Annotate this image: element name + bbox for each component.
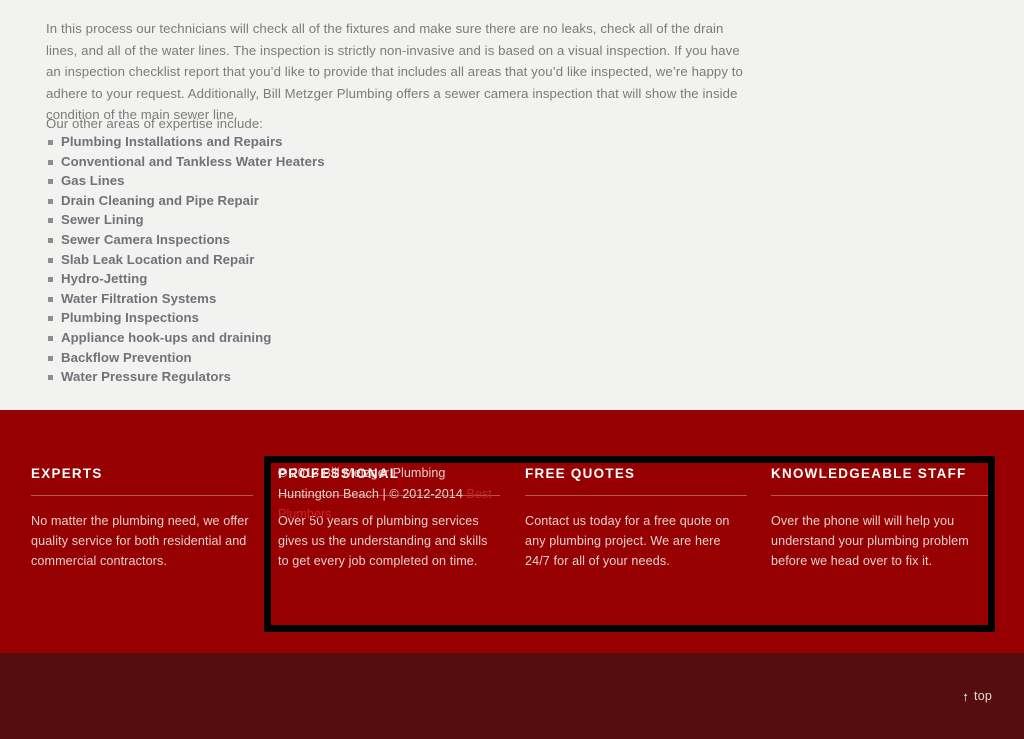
- square-bullet-icon: [48, 179, 53, 185]
- list-item: Sewer Lining: [46, 210, 746, 230]
- list-item: Water Filtration Systems: [46, 289, 746, 309]
- list-item-label: Water Filtration Systems: [61, 290, 217, 306]
- list-item: Water Pressure Regulators: [46, 367, 746, 387]
- footer-columns: EXPERTS No matter the plumbing need, we …: [0, 410, 1024, 653]
- square-bullet-icon: [48, 335, 53, 341]
- bottom-bar: ↑ top: [0, 653, 1024, 739]
- footer-column-body: Contact us today for a free quote on any…: [525, 514, 730, 568]
- list-item-label: Appliance hook-ups and draining: [61, 329, 272, 345]
- list-item: Hydro-Jetting: [46, 269, 746, 289]
- list-item-label: Hydro-Jetting: [61, 271, 148, 287]
- title-divider: [31, 495, 253, 496]
- list-item: Sewer Camera Inspections: [46, 230, 746, 250]
- footer-column-title: FREE QUOTES: [525, 466, 636, 481]
- footer-column-body: No matter the plumbing need, we offer qu…: [31, 514, 249, 568]
- list-item: Conventional and Tankless Water Heaters: [46, 152, 746, 172]
- list-item-label: Conventional and Tankless Water Heaters: [61, 153, 325, 169]
- list-item-label: Slab Leak Location and Repair: [61, 251, 255, 267]
- site-footer: EXPERTS No matter the plumbing need, we …: [0, 410, 1024, 653]
- list-item-label: Plumbing Inspections: [61, 310, 200, 326]
- list-item: Appliance hook-ups and draining: [46, 328, 746, 348]
- title-divider: [771, 495, 993, 496]
- square-bullet-icon: [48, 237, 53, 243]
- square-bullet-icon: [48, 198, 53, 204]
- main-content: In this process our technicians will che…: [0, 0, 1024, 410]
- list-item-label: Gas Lines: [61, 173, 125, 189]
- list-item: Backflow Prevention: [46, 348, 746, 368]
- list-item: Plumbing Installations and Repairs: [46, 132, 746, 152]
- expertise-list: Plumbing Installations and Repairs Conve…: [46, 132, 746, 387]
- list-item: Slab Leak Location and Repair: [46, 250, 746, 270]
- list-item-label: Backflow Prevention: [61, 349, 192, 365]
- square-bullet-icon: [48, 159, 53, 165]
- square-bullet-icon: [48, 375, 53, 381]
- list-item: Drain Cleaning and Pipe Repair: [46, 191, 746, 211]
- list-item-label: Water Pressure Regulators: [61, 369, 232, 385]
- list-item-label: Plumbing Installations and Repairs: [61, 134, 283, 149]
- copyright-text: © 2013 Bill Metzger Plumbing Huntington …: [278, 466, 467, 501]
- square-bullet-icon: [48, 218, 53, 224]
- square-bullet-icon: [48, 257, 53, 263]
- footer-column-experts: EXPERTS No matter the plumbing need, we …: [31, 466, 253, 584]
- footer-column-title: KNOWLEDGEABLE STAFF: [771, 466, 967, 481]
- square-bullet-icon: [48, 316, 53, 322]
- copyright-notice: © 2013 Bill Metzger Plumbing Huntington …: [278, 463, 510, 525]
- footer-column-free-quotes: FREE QUOTES Contact us today for a free …: [525, 466, 747, 584]
- intro-paragraph: In this process our technicians will che…: [46, 21, 743, 123]
- list-item: Plumbing Inspections: [46, 308, 746, 328]
- footer-column-knowledgeable-staff: KNOWLEDGEABLE STAFF Over the phone will …: [771, 466, 993, 584]
- list-item-label: Sewer Lining: [61, 212, 144, 228]
- square-bullet-icon: [48, 140, 53, 145]
- footer-column-title: EXPERTS: [31, 466, 103, 481]
- square-bullet-icon: [48, 277, 53, 283]
- title-divider: [525, 495, 747, 496]
- footer-column-body: Over the phone will will help you unders…: [771, 514, 969, 568]
- back-to-top-link[interactable]: ↑ top: [962, 689, 992, 704]
- list-item-label: Drain Cleaning and Pipe Repair: [61, 192, 259, 208]
- square-bullet-icon: [48, 296, 53, 302]
- list-item: Gas Lines: [46, 171, 746, 191]
- square-bullet-icon: [48, 355, 53, 361]
- arrow-up-icon: ↑: [962, 689, 970, 704]
- back-to-top-label: top: [974, 689, 992, 703]
- list-item-label: Sewer Camera Inspections: [61, 231, 231, 247]
